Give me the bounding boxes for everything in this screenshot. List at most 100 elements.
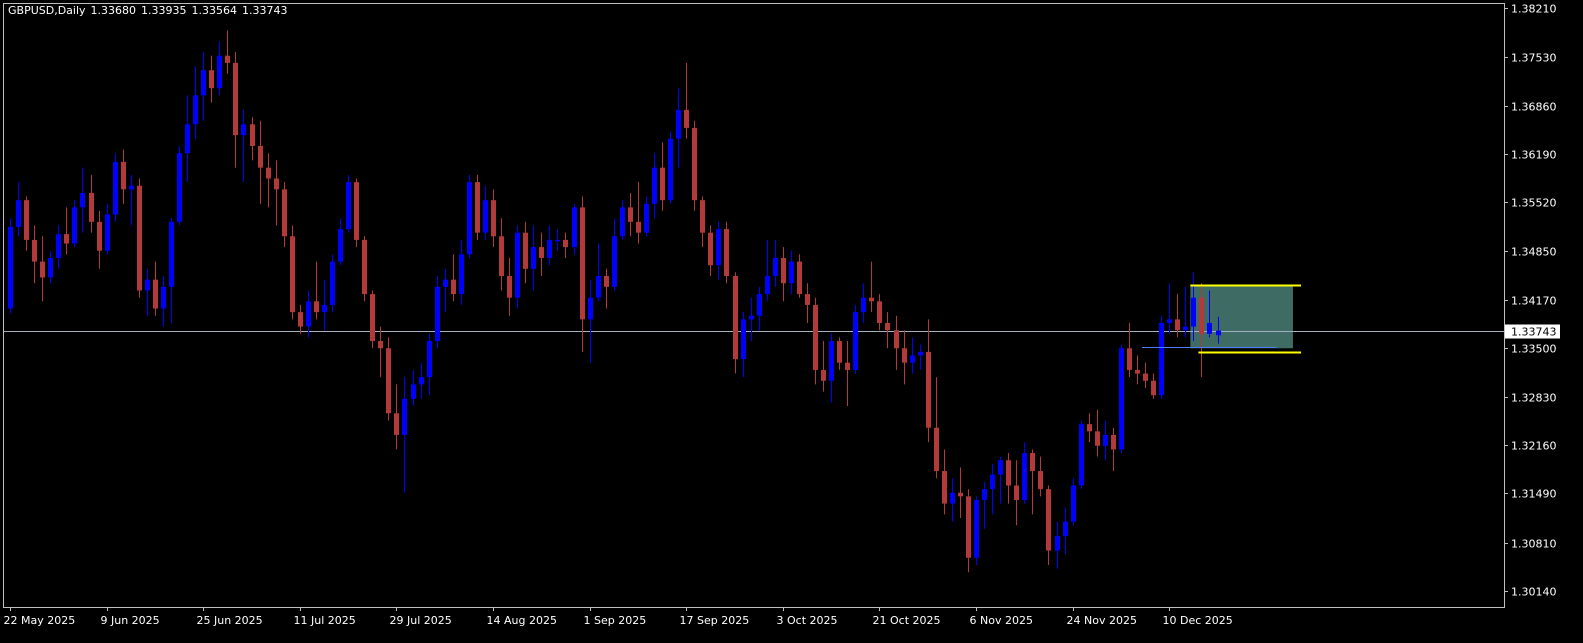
candle-body-bull xyxy=(105,214,110,251)
candle-body-bull xyxy=(56,234,61,258)
candle[interactable] xyxy=(733,272,738,374)
candle-body-bull xyxy=(427,341,432,378)
candle-body-bear xyxy=(274,178,279,190)
candle-body-bull xyxy=(72,207,77,244)
candle[interactable] xyxy=(724,221,729,284)
candle-body-bear xyxy=(692,127,697,201)
candle-body-bull xyxy=(483,200,488,233)
candle-body-bear xyxy=(370,294,375,342)
x-tick-label: 14 Aug 2025 xyxy=(487,614,557,627)
candle[interactable] xyxy=(177,145,182,226)
x-tick-label: 22 May 2025 xyxy=(4,614,76,627)
candle-body-bear xyxy=(684,109,689,128)
x-tick-label: 17 Sep 2025 xyxy=(680,614,750,627)
candle-body-bull xyxy=(1207,322,1212,334)
candle-body-bull xyxy=(306,301,311,327)
candle-body-bear xyxy=(1014,485,1019,500)
y-tick-label: 1.36190 xyxy=(1511,149,1557,162)
candle-body-bear xyxy=(250,124,255,146)
y-tick-label: 1.35520 xyxy=(1511,197,1557,210)
candle-body-bear xyxy=(926,351,931,428)
candle-body-bull xyxy=(853,312,858,370)
candle[interactable] xyxy=(1159,315,1164,399)
candle-body-bear xyxy=(781,257,786,284)
x-tick-label: 24 Nov 2025 xyxy=(1067,614,1137,627)
candle-body-bear xyxy=(1135,369,1140,374)
candle-body-bear xyxy=(724,229,729,277)
candle-body-bull xyxy=(588,297,593,320)
range-rectangle[interactable] xyxy=(1190,284,1293,349)
candle-body-bull xyxy=(1159,322,1164,396)
candle-body-bear xyxy=(451,279,456,295)
candle[interactable] xyxy=(386,337,391,421)
candle[interactable] xyxy=(467,174,472,258)
current-price-label: 1.33743 xyxy=(1511,326,1557,339)
candle-body-bear xyxy=(89,192,94,222)
candle[interactable] xyxy=(435,276,440,349)
candle-body-bull xyxy=(459,254,464,295)
candle-body-bear xyxy=(821,369,826,381)
candle-body-bear xyxy=(636,221,641,233)
candle-body-bull xyxy=(217,55,222,89)
candle[interactable] xyxy=(1079,420,1084,490)
candle-body-bull xyxy=(547,239,552,258)
candle[interactable] xyxy=(515,225,520,309)
candle[interactable] xyxy=(974,496,979,565)
y-tick-label: 1.30810 xyxy=(1511,538,1557,551)
candle-body-bull xyxy=(998,460,1003,475)
candle-body-bear xyxy=(1006,460,1011,486)
y-tick-label: 1.30140 xyxy=(1511,586,1557,599)
candle-body-bull xyxy=(145,279,150,291)
candle-body-bull xyxy=(443,279,448,287)
candle-body-bear xyxy=(137,185,142,291)
candle[interactable] xyxy=(1119,344,1124,454)
candle[interactable] xyxy=(137,178,142,298)
candle[interactable] xyxy=(668,131,673,204)
candle[interactable] xyxy=(290,225,295,320)
candle-body-bear xyxy=(1127,348,1132,370)
candle-body-bull xyxy=(644,203,649,233)
candle-body-bull xyxy=(861,297,866,313)
candle[interactable] xyxy=(475,174,480,240)
candle-body-bull xyxy=(241,124,246,136)
chart-window[interactable]: 1.38210 1.37530 1.36860 1.36190 1.35520 1.348… xyxy=(0,0,1583,639)
candle-body-bull xyxy=(1079,424,1084,486)
candle-body-bear xyxy=(966,496,971,558)
candle-body-bear xyxy=(894,330,899,349)
x-tick-label: 11 Jul 2025 xyxy=(294,614,356,627)
candle[interactable] xyxy=(692,120,697,212)
candle-body-bear xyxy=(362,239,367,295)
candle-body-bear xyxy=(386,348,391,414)
candle-body-bear xyxy=(40,261,45,278)
y-tick-label: 1.32830 xyxy=(1511,392,1557,405)
candle[interactable] xyxy=(853,304,858,374)
candle-body-bear xyxy=(1151,380,1156,396)
candle-body-bull xyxy=(652,167,657,204)
candle-body-bear xyxy=(1087,424,1092,432)
candle[interactable] xyxy=(8,218,13,314)
candle-body-bull xyxy=(676,109,681,139)
candle-body-bear xyxy=(1175,319,1180,331)
candlestick-chart[interactable]: 1.38210 1.37530 1.36860 1.36190 1.35520 1.348… xyxy=(0,0,1583,639)
candle[interactable] xyxy=(354,178,359,248)
candle[interactable] xyxy=(362,236,367,302)
candle-body-bull xyxy=(467,182,472,255)
candle-body-bear xyxy=(1046,489,1051,551)
candle-body-bull xyxy=(1191,297,1196,327)
candle-body-bull xyxy=(419,377,424,385)
y-tick-label: 1.32160 xyxy=(1511,440,1557,453)
candle-body-bear xyxy=(64,234,69,244)
x-tick-label: 10 Dec 2025 xyxy=(1163,614,1233,627)
candle[interactable] xyxy=(346,174,351,233)
candle-body-bear xyxy=(153,279,158,309)
annotation-layer xyxy=(1190,284,1293,349)
candle[interactable] xyxy=(572,203,577,255)
high-value: 1.33935 xyxy=(141,4,187,17)
x-tick-label: 9 Jun 2025 xyxy=(101,614,160,627)
candle-body-bull xyxy=(741,319,746,360)
candle[interactable] xyxy=(113,153,118,222)
candle-body-bear xyxy=(225,55,230,63)
candle-body-bull xyxy=(48,257,53,278)
candle[interactable] xyxy=(370,290,375,349)
candle[interactable] xyxy=(330,254,335,313)
